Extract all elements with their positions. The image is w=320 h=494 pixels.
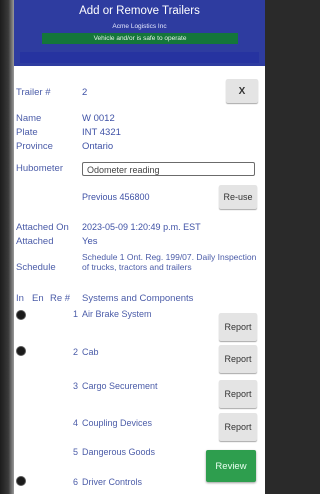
trailer-number-value: 2 bbox=[82, 87, 88, 98]
report-button[interactable]: Report bbox=[219, 345, 257, 373]
report-button[interactable]: Report bbox=[219, 380, 257, 408]
plate-label: Plate bbox=[16, 127, 38, 138]
device-bezel bbox=[0, 0, 14, 494]
column-systems: Systems and Components bbox=[82, 293, 194, 304]
province-value: Ontario bbox=[82, 141, 114, 152]
schedule-label: Schedule bbox=[16, 262, 56, 273]
attached-on-value: 2023-05-09 1:20:49 p.m. EST bbox=[82, 222, 201, 232]
plate-value: INT 4321 bbox=[82, 127, 121, 138]
system-name: Cab bbox=[82, 347, 99, 357]
company-name: Acme Logistics Inc bbox=[112, 23, 167, 30]
app-screen: Add or Remove Trailers Acme Logistics In… bbox=[14, 0, 265, 494]
hubometer-input[interactable]: Odometer reading bbox=[82, 162, 255, 176]
system-name: Cargo Securement bbox=[82, 381, 158, 391]
attached-on-label: Attached On bbox=[16, 222, 69, 233]
name-value: W 0012 bbox=[82, 113, 115, 124]
attached-label: Attached bbox=[16, 236, 54, 247]
province-label: Province bbox=[16, 141, 53, 152]
row-number: 2 bbox=[72, 347, 78, 357]
column-in: In bbox=[16, 293, 24, 304]
name-label: Name bbox=[16, 113, 42, 124]
system-name: Coupling Devices bbox=[82, 418, 153, 428]
review-button[interactable]: Review bbox=[206, 450, 256, 482]
hubometer-label: Hubometer bbox=[16, 163, 63, 174]
status-dot[interactable] bbox=[16, 310, 26, 320]
reuse-button[interactable]: Re-use bbox=[219, 185, 257, 209]
schedule-value: Schedule 1 Ont. Reg. 199/07. Daily Inspe… bbox=[82, 252, 257, 272]
row-number: 5 bbox=[72, 447, 78, 457]
trailer-number-label: Trailer # bbox=[16, 87, 51, 98]
report-button[interactable]: Report bbox=[219, 413, 257, 441]
status-dot[interactable] bbox=[16, 476, 26, 486]
clear-trailer-button[interactable]: X bbox=[226, 79, 258, 103]
header-strip bbox=[20, 52, 259, 63]
status-banner: Vehicle and/or is safe to operate bbox=[42, 33, 238, 44]
attached-value: Yes bbox=[82, 236, 98, 247]
previous-reading: Previous 456800 bbox=[82, 192, 150, 202]
row-number: 4 bbox=[72, 418, 78, 428]
column-re: Re # bbox=[50, 293, 71, 304]
report-button[interactable]: Report bbox=[219, 313, 257, 341]
row-number: 1 bbox=[72, 309, 78, 319]
row-number: 6 bbox=[72, 477, 78, 487]
system-name: Dangerous Goods bbox=[82, 447, 156, 457]
column-en: En bbox=[32, 293, 44, 304]
page-title: Add or Remove Trailers bbox=[79, 5, 200, 17]
app-header: Add or Remove Trailers Acme Logistics In… bbox=[14, 0, 265, 66]
status-dot[interactable] bbox=[16, 346, 26, 356]
system-name: Driver Controls bbox=[82, 477, 143, 487]
system-name: Air Brake System bbox=[82, 309, 152, 319]
row-number: 3 bbox=[72, 381, 78, 391]
